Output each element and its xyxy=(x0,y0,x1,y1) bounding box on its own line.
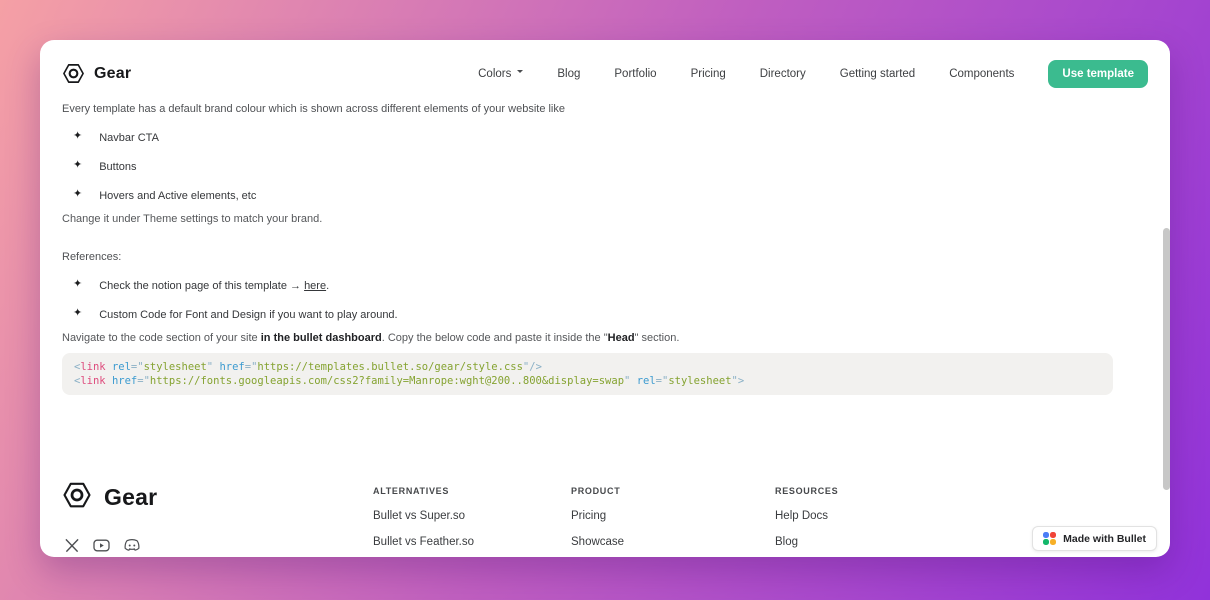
nav-item-getting-started[interactable]: Getting started xyxy=(840,68,915,80)
star-bullet-icon: ✦ xyxy=(73,307,83,319)
footer-link-bullet-vs-super-so[interactable]: Bullet vs Super.so xyxy=(373,510,474,522)
nav-item-components[interactable]: Components xyxy=(949,68,1014,80)
footer-social-icons xyxy=(64,538,141,553)
site-header: Gear Colors Blog Portfolio Pricing Directory… xyxy=(40,40,1170,92)
code-token: rel xyxy=(111,361,131,373)
footer-column-heading: RESOURCES xyxy=(775,486,839,496)
star-bullet-icon: ✦ xyxy=(73,278,83,290)
text-segment: Check the notion page of this template → xyxy=(99,280,305,292)
bullet-text: Buttons xyxy=(99,161,137,173)
code-token: =" xyxy=(137,375,150,387)
scrollbar-thumb[interactable] xyxy=(1163,228,1170,490)
main-content: Every template has a default brand colou… xyxy=(40,103,1170,395)
text-segment: . xyxy=(326,280,330,292)
x-icon[interactable] xyxy=(64,538,80,553)
reference-bullet-list: ✦ Check the notion page of this template … xyxy=(62,278,1148,322)
footer-logo[interactable]: Gear xyxy=(62,480,157,515)
brand-bullet-list: ✦ Navbar CTA ✦ Buttons ✦ Hovers and Active el… xyxy=(62,130,1148,203)
nav-item-pricing[interactable]: Pricing xyxy=(691,68,726,80)
header-nav-wrap: Colors Blog Portfolio Pricing Directory Getti… xyxy=(478,59,1148,88)
bullet-logo-icon xyxy=(1043,532,1057,545)
header-logo[interactable]: Gear xyxy=(62,62,131,85)
footer-link-help-docs[interactable]: Help Docs xyxy=(775,510,838,522)
star-bullet-icon: ✦ xyxy=(73,130,83,142)
references-label: References: xyxy=(62,251,122,263)
inline-link-here[interactable]: here xyxy=(304,280,326,292)
code-token: /> xyxy=(529,361,542,373)
main-nav: Colors Blog Portfolio Pricing Directory Getti… xyxy=(478,68,1014,80)
star-bullet-icon: ✦ xyxy=(73,159,83,171)
code-line: <link href="https://fonts.googleapis.com… xyxy=(74,374,1101,388)
code-token: href xyxy=(219,361,245,373)
nav-item-blog[interactable]: Blog xyxy=(557,68,580,80)
gear-logo-icon xyxy=(62,62,85,85)
footer-link-blog[interactable]: Blog xyxy=(775,536,838,548)
code-token: https://fonts.googleapis.com/css2?family… xyxy=(149,375,625,387)
text-segment: Head xyxy=(607,332,635,344)
text-segment: in the bullet dashboard xyxy=(260,332,382,344)
list-item: ✦ Hovers and Active elements, etc xyxy=(62,188,1148,203)
footer-logo-text: Gear xyxy=(104,484,158,510)
footer-column-heading: PRODUCT xyxy=(571,486,621,496)
list-item: ✦ Buttons xyxy=(62,159,1148,174)
bullet-text: Custom Code for Font and Design if you w… xyxy=(99,309,397,321)
chevron-down-icon xyxy=(517,69,524,76)
code-token: link xyxy=(80,375,106,387)
code-token: stylesheet xyxy=(143,361,207,373)
text-segment: Custom Code for Font and Design if you w… xyxy=(99,309,398,321)
list-item: ✦ Custom Code for Font and Design if you … xyxy=(62,307,1148,322)
code-token: link xyxy=(80,361,106,373)
page-background: { "header": { "logo_text": "Gear", "nav_… xyxy=(0,0,1210,600)
change-note: Change it under Theme settings to match … xyxy=(62,213,323,225)
code-token: https://templates.bullet.so/gear/style.c… xyxy=(257,361,523,373)
footer-column-heading: ALTERNATIVES xyxy=(373,486,450,496)
footer-link-pricing[interactable]: Pricing xyxy=(571,510,624,522)
footer-link-bullet-vs-feather-so[interactable]: Bullet vs Feather.so xyxy=(373,536,474,548)
badge-label: Made with Bullet xyxy=(1063,532,1146,545)
footer-link-showcase[interactable]: Showcase xyxy=(571,536,624,548)
code-token: =" xyxy=(244,361,258,373)
code-token: stylesheet xyxy=(668,375,732,387)
text-segment: . Copy the below code and paste it insid… xyxy=(381,332,608,344)
bullet-text: Navbar CTA xyxy=(99,132,159,144)
bullet-text: Check the notion page of this template →… xyxy=(99,280,329,292)
text-segment: Navigate to the code section of your sit… xyxy=(62,332,261,344)
footer-column-alternatives: ALTERNATIVES Bullet vs Super.so Bullet vs … xyxy=(373,486,474,548)
made-with-bullet-badge[interactable]: Made with Bullet xyxy=(1032,526,1157,551)
header-logo-text: Gear xyxy=(94,64,132,82)
gear-logo-icon xyxy=(62,480,92,515)
star-bullet-icon: ✦ xyxy=(73,188,83,200)
code-token: href xyxy=(111,375,138,387)
navigate-instruction: Navigate to the code section of your sit… xyxy=(62,332,1148,344)
footer-column-resources: RESOURCES Help Docs Blog xyxy=(775,486,838,548)
code-token: =" xyxy=(130,361,144,373)
footer-column-product: PRODUCT Pricing Showcase xyxy=(571,486,624,548)
code-token: rel xyxy=(636,375,656,387)
code-token: > xyxy=(737,375,745,387)
nav-item-colors[interactable]: Colors xyxy=(478,68,524,80)
text-segment: " section. xyxy=(634,332,680,344)
discord-icon[interactable] xyxy=(123,538,141,553)
intro-paragraph: Every template has a default brand colou… xyxy=(62,103,565,115)
code-line: <link rel="stylesheet" href="https://tem… xyxy=(74,360,1101,374)
youtube-icon[interactable] xyxy=(93,538,110,553)
list-item: ✦ Check the notion page of this template … xyxy=(62,278,1148,293)
site-card: Gear Colors Blog Portfolio Pricing Directory… xyxy=(40,40,1170,557)
code-block: <link rel="stylesheet" href="https://tem… xyxy=(62,353,1113,395)
list-item: ✦ Navbar CTA xyxy=(62,130,1148,145)
nav-item-directory[interactable]: Directory xyxy=(760,68,806,80)
use-template-button[interactable]: Use template xyxy=(1048,59,1148,88)
nav-item-portfolio[interactable]: Portfolio xyxy=(614,68,656,80)
bullet-text: Hovers and Active elements, etc xyxy=(99,190,257,202)
code-token: =" xyxy=(655,375,669,387)
